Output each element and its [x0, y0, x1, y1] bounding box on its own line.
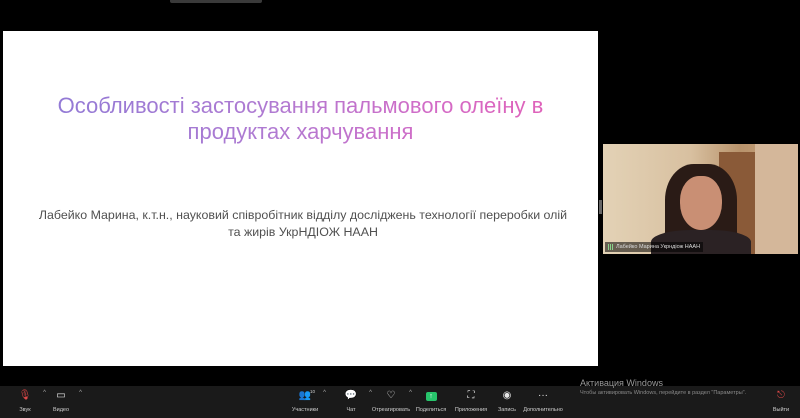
participants-button[interactable]: 👥 10 ^ Участники — [280, 389, 330, 415]
leave-icon: ⎋ — [777, 390, 785, 401]
video-person-face — [680, 176, 722, 230]
chevron-up-icon[interactable]: ^ — [79, 390, 82, 396]
slide-title: Особливості застосування пальмового олеї… — [23, 93, 578, 145]
more-icon: ··· — [538, 390, 548, 401]
participant-name-tag: Лабейко Марина Укрндіож НААН — [605, 242, 704, 252]
participant-name: Лабейко Марина Укрндіож НААН — [616, 244, 701, 250]
top-drag-tab[interactable] — [170, 0, 262, 3]
watermark-title: Активация Windows — [580, 378, 663, 388]
participants-label: Участники — [291, 407, 319, 413]
split-resize-handle[interactable] — [599, 200, 602, 214]
signal-icon — [608, 244, 614, 250]
video-door-right — [755, 144, 798, 254]
video-label: Видео — [52, 407, 70, 413]
leave-label: Выйти — [772, 407, 790, 413]
shared-slide: Особливості застосування пальмового олеї… — [3, 31, 598, 366]
participant-video[interactable]: Лабейко Марина Укрндіож НААН — [603, 144, 798, 254]
windows-activation-watermark: Активация Windows Чтобы активировать Win… — [580, 378, 746, 398]
video-button[interactable]: ▭ ^ Видео — [36, 390, 86, 415]
slide-author: Лабейко Марина, к.т.н., науковий співроб… — [38, 208, 568, 239]
participants-count: 10 — [310, 389, 316, 394]
more-button[interactable]: ··· Дополнительно — [518, 390, 568, 415]
watermark-subtitle: Чтобы активировать Windows, перейдите в … — [580, 390, 747, 396]
more-label: Дополнительно — [523, 407, 563, 413]
leave-button[interactable]: ⎋ Выйти — [756, 390, 800, 415]
top-bar — [0, 0, 800, 30]
